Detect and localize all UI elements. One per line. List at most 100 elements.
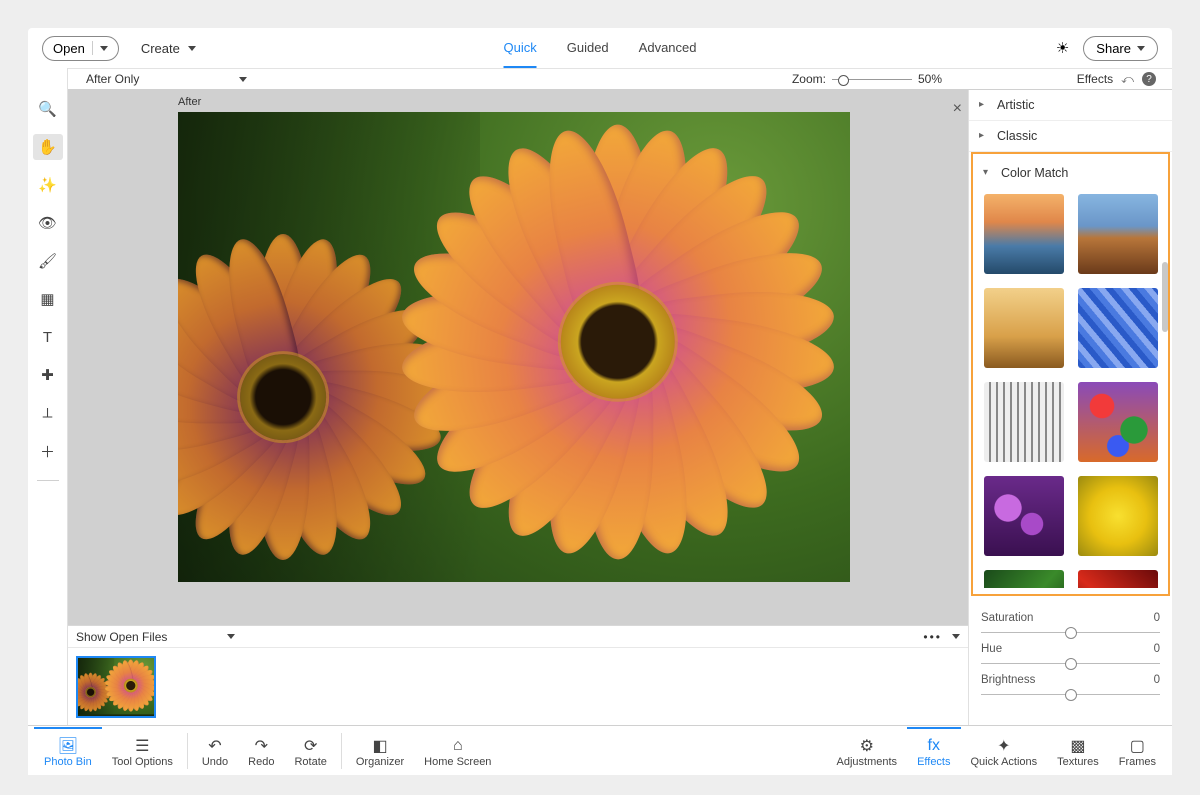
- reset-icon[interactable]: ⤺: [1121, 72, 1134, 87]
- move-tool[interactable]: ＋: [33, 438, 63, 464]
- slider-brightness[interactable]: [981, 694, 1160, 695]
- effects-scrollbar[interactable]: [1162, 262, 1168, 332]
- preset-bw-arches[interactable]: [984, 382, 1064, 462]
- slider-label-brightness: Brightness: [981, 674, 1035, 686]
- chevron-right-icon: ▸: [979, 99, 984, 110]
- zoom-control: Zoom: 50%: [792, 72, 942, 86]
- after-label: After: [178, 96, 201, 108]
- brightness-icon[interactable]: ☀: [1056, 39, 1069, 57]
- chevron-down-icon: [188, 46, 196, 51]
- taskbar-photo-bin[interactable]: 🖼Photo Bin: [34, 727, 102, 775]
- clone-tool[interactable]: ▦: [33, 286, 63, 312]
- tools-panel: 🔍 ✋ ✨ 👁 🖌 ▦ T ✚ ⟂ ＋: [28, 68, 68, 725]
- taskbar-textures[interactable]: ▩Textures: [1047, 727, 1109, 775]
- view-mode-dropdown[interactable]: After Only: [86, 72, 247, 86]
- effects-title: Effects: [1077, 72, 1113, 86]
- slider-label-hue: Hue: [981, 643, 1002, 655]
- taskbar-home-screen[interactable]: ⌂Home Screen: [414, 727, 501, 775]
- mode-tab-quick[interactable]: Quick: [504, 28, 537, 68]
- tool-options-icon: ☰: [135, 736, 149, 756]
- create-button[interactable]: Create: [141, 41, 196, 56]
- zoom-value: 50%: [918, 72, 942, 86]
- close-icon[interactable]: ×: [953, 100, 962, 118]
- slider-value-brightness: 0: [1154, 674, 1160, 686]
- organizer-icon: ◧: [372, 736, 387, 756]
- taskbar-quick-actions[interactable]: ✦Quick Actions: [961, 727, 1048, 775]
- chevron-down-icon: [1137, 46, 1145, 51]
- help-icon[interactable]: ?: [1142, 72, 1156, 86]
- chevron-down-icon[interactable]: [952, 634, 960, 639]
- options-bar: After Only Zoom: 50% Effects ⤺ ?: [28, 68, 1172, 90]
- photo-bin-panel: Show Open Files •••: [68, 625, 968, 725]
- redo-icon: ↷: [255, 736, 268, 756]
- taskbar-tool-options[interactable]: ☰Tool Options: [102, 727, 183, 775]
- effects-panel-header: Effects ⤺ ?: [1077, 72, 1156, 87]
- frames-icon: ▢: [1130, 736, 1145, 756]
- taskbar-organizer[interactable]: ◧Organizer: [346, 727, 414, 775]
- taskbar-effects[interactable]: fxEffects: [907, 727, 960, 775]
- effects-icon: fx: [928, 736, 940, 756]
- slider-value-saturation: 0: [1154, 612, 1160, 624]
- healing-tool[interactable]: ✚: [33, 362, 63, 388]
- chevron-right-icon: ▸: [979, 130, 984, 141]
- crop-tool[interactable]: ⟂: [33, 400, 63, 426]
- taskbar-frames[interactable]: ▢Frames: [1109, 727, 1166, 775]
- preset-purple-lilac[interactable]: [984, 476, 1064, 556]
- chevron-down-icon: [100, 46, 108, 51]
- category-header-artistic[interactable]: ▸Artistic: [969, 90, 1172, 121]
- undo-icon: ↶: [208, 736, 221, 756]
- photo-bin-dropdown[interactable]: Show Open Files: [76, 630, 235, 644]
- chevron-down-icon: [227, 634, 235, 639]
- create-label: Create: [141, 41, 180, 56]
- textures-icon: ▩: [1070, 736, 1085, 756]
- more-icon[interactable]: •••: [923, 630, 942, 644]
- adjustments-icon: ⚙: [860, 736, 874, 756]
- taskbar-redo[interactable]: ↷Redo: [238, 727, 284, 775]
- quick-select-tool[interactable]: ✨: [33, 172, 63, 198]
- canvas-area: After ×: [68, 90, 968, 625]
- category-header-classic[interactable]: ▸Classic: [969, 121, 1172, 152]
- category-color-match: ▾Color Match: [971, 152, 1170, 596]
- share-label: Share: [1096, 41, 1131, 56]
- top-bar: Open Create Quick Guided Advanced ☀ Share: [28, 28, 1172, 68]
- open-label: Open: [53, 41, 85, 56]
- slider-value-hue: 0: [1154, 643, 1160, 655]
- image-canvas[interactable]: [178, 112, 850, 582]
- preset-green-leaf[interactable]: [984, 570, 1064, 588]
- brush-tool[interactable]: 🖌: [33, 248, 63, 274]
- preset-blue-feathers[interactable]: [1078, 288, 1158, 368]
- preset-skate-sepia[interactable]: [984, 288, 1064, 368]
- view-mode-label: After Only: [86, 72, 139, 86]
- taskbar-rotate[interactable]: ⟳Rotate: [284, 727, 336, 775]
- adjustment-sliders: Saturation0Hue0Brightness0: [969, 596, 1172, 705]
- taskbar-adjustments[interactable]: ⚙Adjustments: [827, 727, 908, 775]
- preset-grid: [973, 188, 1168, 588]
- preset-desert-road[interactable]: [1078, 194, 1158, 274]
- preset-yellow-dahlia[interactable]: [1078, 476, 1158, 556]
- preset-sunset-lake[interactable]: [984, 194, 1064, 274]
- preset-red-abstract[interactable]: [1078, 570, 1158, 588]
- effects-panel: ▸Artistic▸Classic▾Color MatchSaturation0…: [968, 90, 1172, 725]
- open-button[interactable]: Open: [42, 36, 119, 61]
- share-button[interactable]: Share: [1083, 36, 1158, 61]
- mode-tab-advanced[interactable]: Advanced: [639, 28, 697, 68]
- mode-tabs: Quick Guided Advanced: [504, 28, 697, 68]
- taskbar: 🖼Photo Bin☰Tool Options ↶Undo↷Redo⟳Rotat…: [28, 725, 1172, 775]
- hand-tool[interactable]: ✋: [33, 134, 63, 160]
- home-screen-icon: ⌂: [453, 736, 463, 756]
- chevron-down-icon: [239, 77, 247, 82]
- zoom-tool[interactable]: 🔍: [33, 96, 63, 122]
- photo-bin-header: Show Open Files •••: [68, 626, 968, 648]
- open-file-thumbnail[interactable]: [76, 656, 156, 718]
- zoom-slider[interactable]: [832, 79, 912, 80]
- slider-hue[interactable]: [981, 663, 1160, 664]
- category-header-color-match[interactable]: ▾Color Match: [973, 158, 1168, 188]
- mode-tab-guided[interactable]: Guided: [567, 28, 609, 68]
- text-tool[interactable]: T: [33, 324, 63, 350]
- eye-tool[interactable]: 👁: [33, 210, 63, 236]
- rotate-icon: ⟳: [304, 736, 317, 756]
- quick-actions-icon: ✦: [997, 736, 1010, 756]
- preset-paint-splash[interactable]: [1078, 382, 1158, 462]
- slider-saturation[interactable]: [981, 632, 1160, 633]
- taskbar-undo[interactable]: ↶Undo: [192, 727, 238, 775]
